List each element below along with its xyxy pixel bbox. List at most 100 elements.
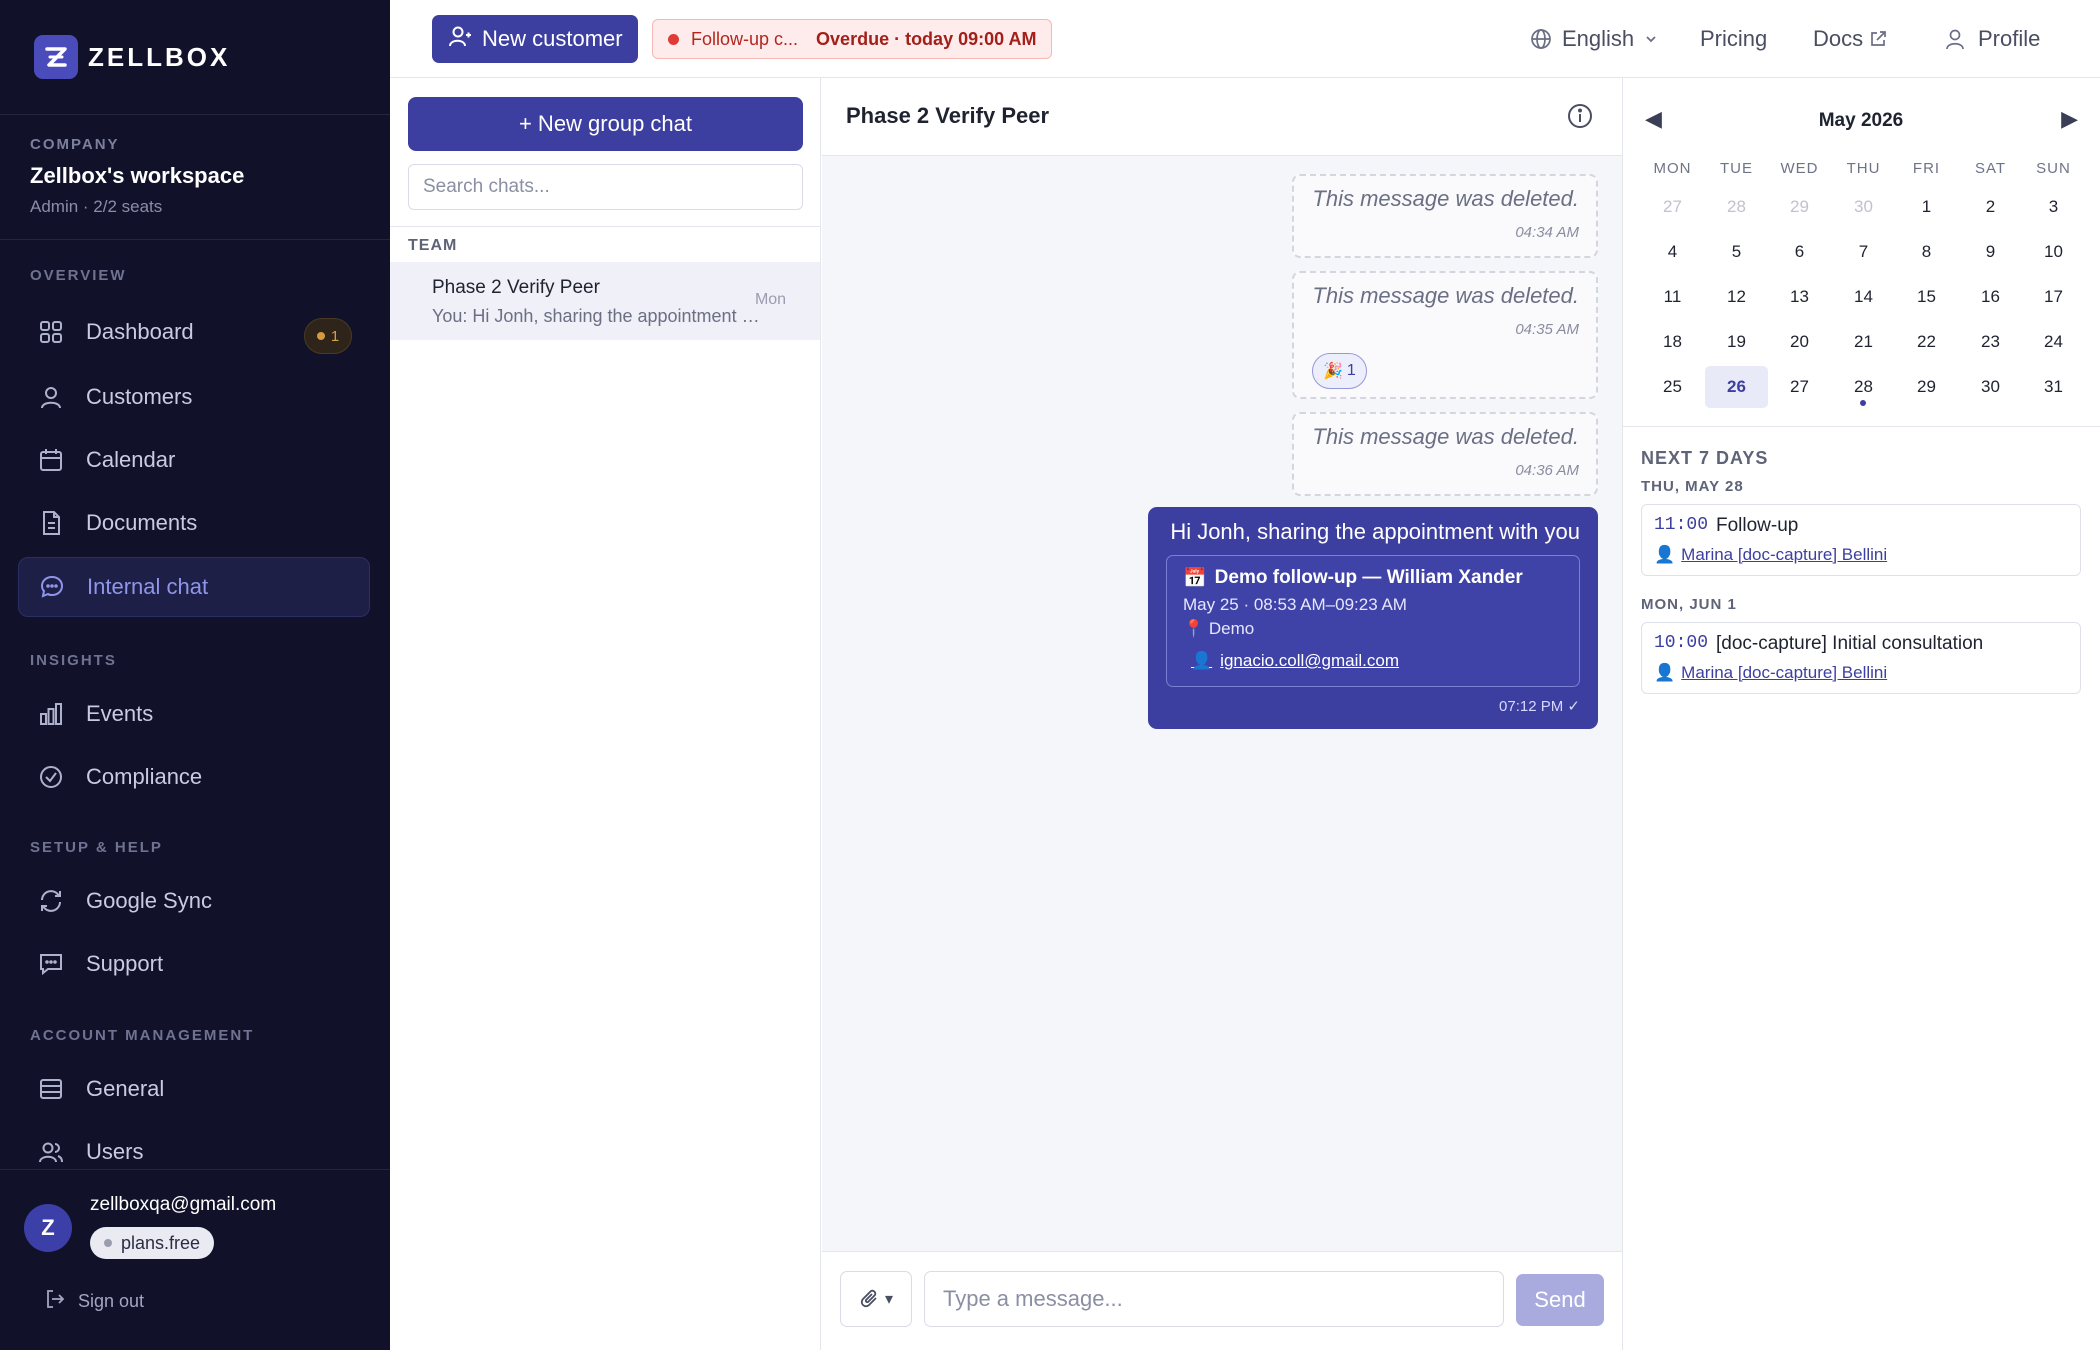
appointment-attendee-link[interactable]: 👤 ignacio.coll@gmail.com	[1191, 651, 1399, 671]
user-icon	[36, 382, 66, 412]
calendar-day[interactable]: 31	[2022, 366, 2085, 408]
calendar-day[interactable]: 6	[1768, 231, 1831, 273]
send-button[interactable]: Send	[1516, 1274, 1604, 1326]
brand-name: ZELLBOX	[88, 41, 231, 72]
sidebar-item-calendar[interactable]: Calendar	[18, 430, 370, 490]
person-icon: 👤	[1191, 651, 1213, 670]
calendar-day[interactable]: 24	[2022, 321, 2085, 363]
pricing-link[interactable]: Pricing	[1700, 0, 1767, 78]
calendar-day[interactable]: 16	[1959, 276, 2022, 318]
calendar-day[interactable]: 27	[1641, 186, 1704, 228]
sidebar-item-compliance[interactable]: Compliance	[18, 747, 370, 807]
sidebar-item-events[interactable]: Events	[18, 684, 370, 744]
sidebar-item-customers[interactable]: Customers	[18, 367, 370, 427]
profile-link[interactable]: Profile	[1944, 0, 2040, 78]
sidebar-item-users[interactable]: Users	[18, 1122, 370, 1182]
calendar-day[interactable]: 4	[1641, 231, 1704, 273]
calendar-day[interactable]: 15	[1895, 276, 1958, 318]
event-person-link[interactable]: 👤 Marina [doc-capture] Bellini	[1654, 545, 1887, 565]
calendar-day[interactable]: 9	[1959, 231, 2022, 273]
outgoing-message[interactable]: Hi Jonh, sharing the appointment with yo…	[1148, 507, 1598, 729]
info-icon[interactable]	[1566, 102, 1594, 135]
sidebar-item-documents[interactable]: Documents	[18, 493, 370, 553]
chat-list-panel: + New group chat TEAM Phase 2 Verify Pee…	[390, 78, 821, 1350]
calendar-day[interactable]: 20	[1768, 321, 1831, 363]
sidebar-item-label: Customers	[86, 384, 193, 409]
calendar-day[interactable]: 10	[2022, 231, 2085, 273]
section-label-account: ACCOUNT MANAGEMENT	[30, 1027, 255, 1044]
appointment-location-text: Demo	[1208, 619, 1255, 638]
event-time: 11:00	[1654, 515, 1709, 535]
calendar-day[interactable]: 11	[1641, 276, 1704, 318]
calendar-day[interactable]: 19	[1705, 321, 1768, 363]
calendar-day[interactable]: 21	[1832, 321, 1895, 363]
brand-logo[interactable]: ZELLBOX	[34, 34, 230, 80]
chevron-down-icon	[1644, 32, 1658, 46]
calendar-day[interactable]: 12	[1705, 276, 1768, 318]
event-title: Follow-up	[1716, 515, 1799, 536]
calendar-day[interactable]: 30	[1832, 186, 1895, 228]
reaction-badge[interactable]: 🎉 1	[1312, 353, 1367, 389]
section-label-insights: INSIGHTS	[30, 652, 117, 669]
upcoming-event-card[interactable]: 11:00 Follow-up 👤 Marina [doc-capture] Be…	[1641, 504, 2081, 576]
party-popper-icon: 🎉	[1323, 363, 1343, 380]
sign-out-button[interactable]: Sign out	[44, 1288, 144, 1315]
calendar-day[interactable]: 27	[1768, 366, 1831, 408]
event-person: Marina [doc-capture] Bellini	[1681, 663, 1888, 682]
check-circle-icon	[36, 762, 66, 792]
new-group-chat-button[interactable]: + New group chat	[408, 97, 803, 151]
language-selector[interactable]: English	[1530, 0, 1658, 78]
list-icon	[36, 1074, 66, 1104]
calendar-day[interactable]: 23	[1959, 321, 2022, 363]
docs-link[interactable]: Docs	[1813, 0, 1887, 78]
calendar-day[interactable]: 2	[1959, 186, 2022, 228]
deleted-message[interactable]: This message was deleted. 04:34 AM	[1292, 174, 1598, 258]
plan-dot	[104, 1239, 112, 1247]
calendar-day[interactable]: 22	[1895, 321, 1958, 363]
calendar-day[interactable]: 30	[1959, 366, 2022, 408]
company-meta: Admin · 2/2 seats	[30, 197, 163, 216]
deleted-message[interactable]: This message was deleted. 04:35 AM 🎉 1	[1292, 271, 1598, 399]
calendar-day[interactable]: 7	[1832, 231, 1895, 273]
sidebar-item-label: Events	[86, 701, 154, 726]
chat-list-item[interactable]: Phase 2 Verify Peer Mon You: Hi Jonh, sh…	[390, 262, 820, 340]
top-bar: New customer Follow-up c... Overdue · to…	[390, 0, 2100, 78]
overdue-alert[interactable]: Follow-up c... Overdue · today 09:00 AM	[652, 19, 1053, 59]
appointment-card[interactable]: 📅 Demo follow-up — William Xander May 25…	[1166, 555, 1580, 687]
upcoming-event-card[interactable]: 10:00 [doc-capture] Initial consultation…	[1641, 622, 2081, 694]
calendar-day[interactable]: 17	[2022, 276, 2085, 318]
deleted-message[interactable]: This message was deleted. 04:36 AM	[1292, 412, 1598, 496]
sidebar-item-general[interactable]: General	[18, 1059, 370, 1119]
calendar-day[interactable]: 8	[1895, 231, 1958, 273]
sidebar-item-dashboard[interactable]: Dashboard 1	[18, 302, 370, 362]
calendar-day[interactable]: 1	[1895, 186, 1958, 228]
calendar-day[interactable]: 18	[1641, 321, 1704, 363]
notification-badge[interactable]: 1	[304, 318, 352, 354]
sidebar-item-google-sync[interactable]: Google Sync	[18, 871, 370, 931]
calendar-day[interactable]: 28	[1832, 366, 1895, 408]
calendar-day[interactable]: 29	[1768, 186, 1831, 228]
calendar-day[interactable]: 14	[1832, 276, 1895, 318]
alert-dot-icon	[668, 33, 679, 45]
calendar-day[interactable]: 25	[1641, 366, 1704, 408]
calendar-day[interactable]: 5	[1705, 231, 1768, 273]
calendar-day[interactable]: 28	[1705, 186, 1768, 228]
search-chats-input[interactable]	[408, 164, 803, 210]
attach-button[interactable]: ▾	[840, 1271, 912, 1327]
event-person-link[interactable]: 👤 Marina [doc-capture] Bellini	[1654, 663, 1887, 683]
new-customer-button[interactable]: New customer	[432, 15, 638, 63]
conversation-panel: Phase 2 Verify Peer This message was del…	[822, 78, 1622, 1350]
message-input[interactable]	[924, 1271, 1504, 1327]
appointment-location: 📍 Demo	[1183, 619, 1254, 639]
sidebar-item-support[interactable]: Support	[18, 934, 370, 994]
sidebar-item-internal-chat[interactable]: Internal chat	[18, 557, 370, 617]
calendar-day[interactable]: 3	[2022, 186, 2085, 228]
calendar-day[interactable]: 13	[1768, 276, 1831, 318]
calendar-icon: 📅	[1183, 568, 1207, 589]
sidebar-item-label: Documents	[86, 510, 198, 535]
calendar-day[interactable]: 29	[1895, 366, 1958, 408]
calendar-day[interactable]: 26	[1705, 366, 1768, 408]
avatar[interactable]: Z	[24, 1204, 72, 1252]
conversation-title: Phase 2 Verify Peer	[846, 103, 1050, 128]
next-month-button[interactable]: ▶	[2061, 106, 2078, 132]
